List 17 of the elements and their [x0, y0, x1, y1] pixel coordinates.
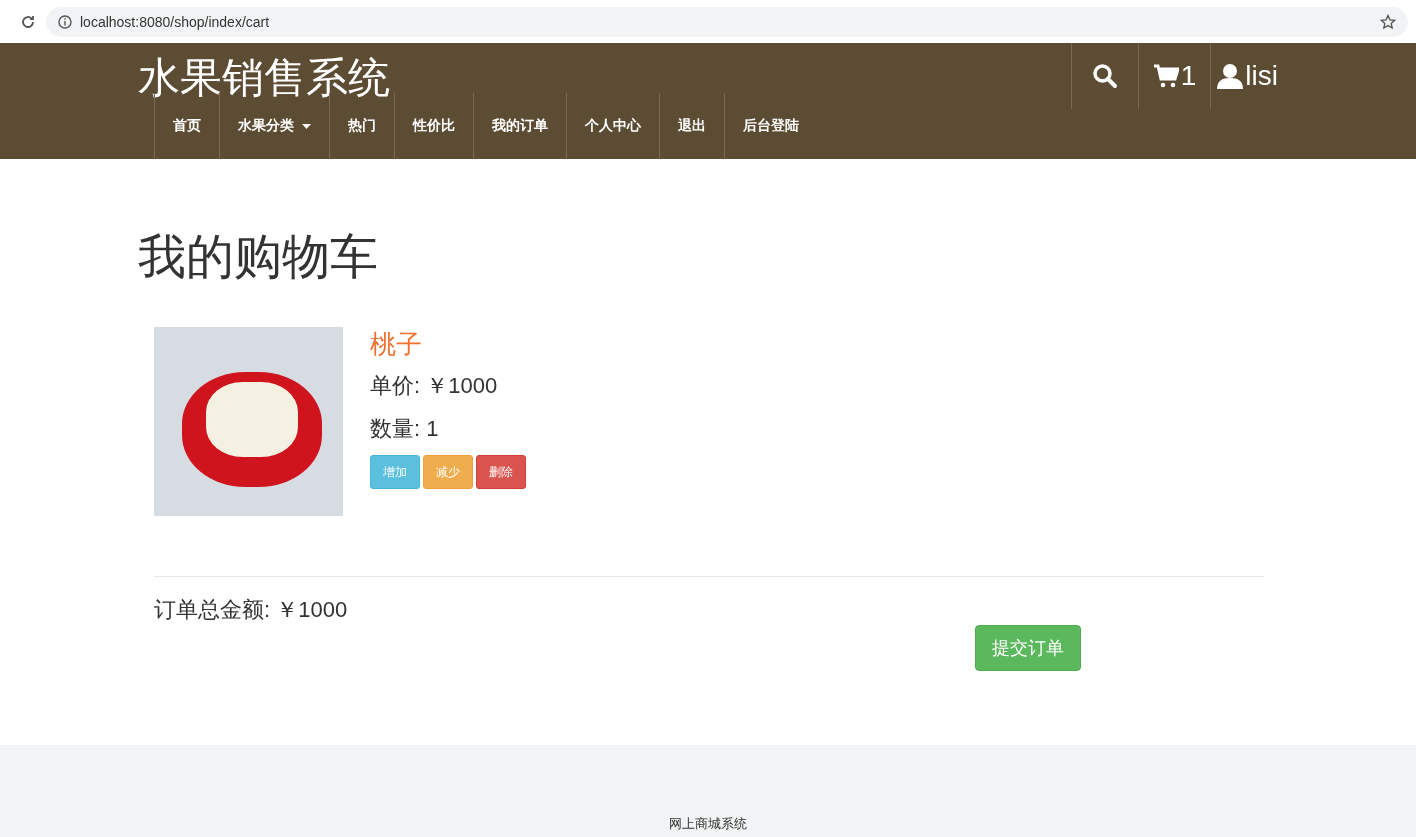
search-icon [1091, 63, 1118, 89]
cart-link[interactable]: 1 [1137, 43, 1211, 109]
address-bar[interactable]: localhost:8080/shop/index/cart [46, 6, 1408, 37]
page-title: 我的购物车 [138, 229, 379, 285]
cart-action-button[interactable]: 删除 [476, 455, 526, 489]
reload-icon[interactable] [20, 13, 36, 30]
footer-text: 网上商城系统 [669, 815, 747, 833]
user-icon [1217, 63, 1244, 89]
unit-price: 单价: ￥1000 [370, 372, 499, 400]
cart-icon [1152, 63, 1179, 89]
quantity-text: 数量: 1 [370, 415, 440, 443]
order-total: 订单总金额: ￥1000 [154, 596, 349, 624]
user-link[interactable]: lisi [1210, 43, 1278, 109]
caret-icon [302, 123, 311, 129]
star-icon[interactable] [1380, 13, 1396, 30]
url-text: localhost:8080/shop/index/cart [80, 13, 271, 30]
info-icon[interactable] [58, 14, 72, 29]
